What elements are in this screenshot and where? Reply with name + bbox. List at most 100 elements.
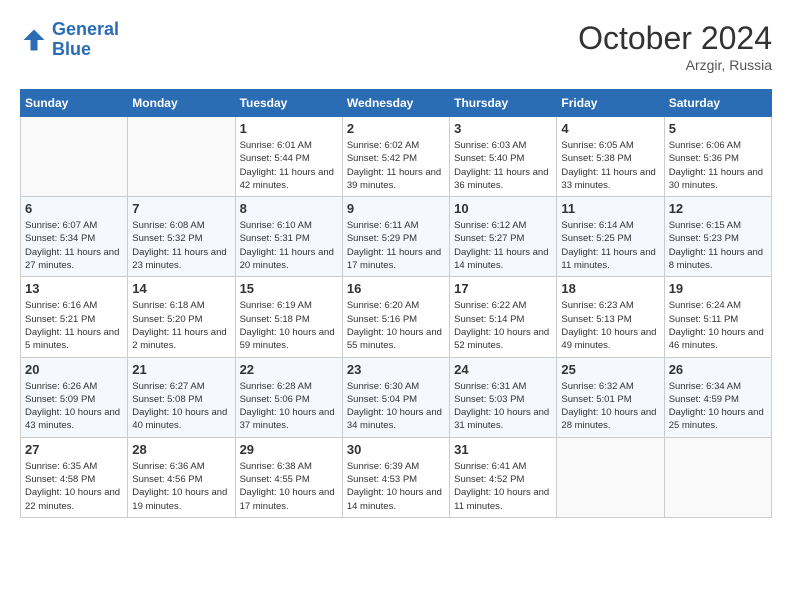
day-info: Sunrise: 6:23 AMSunset: 5:13 PMDaylight:… xyxy=(561,299,659,352)
day-info: Sunrise: 6:22 AMSunset: 5:14 PMDaylight:… xyxy=(454,299,552,352)
logo-general: General xyxy=(52,19,119,39)
day-number: 11 xyxy=(561,201,659,216)
calendar-cell: 23 Sunrise: 6:30 AMSunset: 5:04 PMDaylig… xyxy=(342,357,449,437)
day-info: Sunrise: 6:34 AMSunset: 4:59 PMDaylight:… xyxy=(669,380,767,433)
day-number: 3 xyxy=(454,121,552,136)
calendar-cell: 4 Sunrise: 6:05 AMSunset: 5:38 PMDayligh… xyxy=(557,117,664,197)
day-info: Sunrise: 6:18 AMSunset: 5:20 PMDaylight:… xyxy=(132,299,230,352)
calendar-cell: 30 Sunrise: 6:39 AMSunset: 4:53 PMDaylig… xyxy=(342,437,449,517)
calendar-cell: 27 Sunrise: 6:35 AMSunset: 4:58 PMDaylig… xyxy=(21,437,128,517)
calendar-cell: 13 Sunrise: 6:16 AMSunset: 5:21 PMDaylig… xyxy=(21,277,128,357)
day-info: Sunrise: 6:31 AMSunset: 5:03 PMDaylight:… xyxy=(454,380,552,433)
calendar-cell: 22 Sunrise: 6:28 AMSunset: 5:06 PMDaylig… xyxy=(235,357,342,437)
calendar-cell: 18 Sunrise: 6:23 AMSunset: 5:13 PMDaylig… xyxy=(557,277,664,357)
calendar-cell: 31 Sunrise: 6:41 AMSunset: 4:52 PMDaylig… xyxy=(450,437,557,517)
calendar-cell: 26 Sunrise: 6:34 AMSunset: 4:59 PMDaylig… xyxy=(664,357,771,437)
calendar-cell: 1 Sunrise: 6:01 AMSunset: 5:44 PMDayligh… xyxy=(235,117,342,197)
calendar-cell xyxy=(664,437,771,517)
day-info: Sunrise: 6:26 AMSunset: 5:09 PMDaylight:… xyxy=(25,380,123,433)
day-number: 20 xyxy=(25,362,123,377)
day-number: 22 xyxy=(240,362,338,377)
day-info: Sunrise: 6:08 AMSunset: 5:32 PMDaylight:… xyxy=(132,219,230,272)
calendar-cell: 19 Sunrise: 6:24 AMSunset: 5:11 PMDaylig… xyxy=(664,277,771,357)
day-number: 7 xyxy=(132,201,230,216)
day-info: Sunrise: 6:10 AMSunset: 5:31 PMDaylight:… xyxy=(240,219,338,272)
day-number: 26 xyxy=(669,362,767,377)
day-info: Sunrise: 6:30 AMSunset: 5:04 PMDaylight:… xyxy=(347,380,445,433)
calendar-cell: 7 Sunrise: 6:08 AMSunset: 5:32 PMDayligh… xyxy=(128,197,235,277)
day-number: 23 xyxy=(347,362,445,377)
day-number: 15 xyxy=(240,281,338,296)
weekday-header-thursday: Thursday xyxy=(450,90,557,117)
day-number: 2 xyxy=(347,121,445,136)
day-number: 5 xyxy=(669,121,767,136)
day-info: Sunrise: 6:15 AMSunset: 5:23 PMDaylight:… xyxy=(669,219,767,272)
day-info: Sunrise: 6:36 AMSunset: 4:56 PMDaylight:… xyxy=(132,460,230,513)
page-header: General Blue October 2024 Arzgir, Russia xyxy=(20,20,772,73)
day-info: Sunrise: 6:02 AMSunset: 5:42 PMDaylight:… xyxy=(347,139,445,192)
logo-icon xyxy=(20,26,48,54)
calendar-cell: 3 Sunrise: 6:03 AMSunset: 5:40 PMDayligh… xyxy=(450,117,557,197)
calendar-cell: 21 Sunrise: 6:27 AMSunset: 5:08 PMDaylig… xyxy=(128,357,235,437)
day-number: 21 xyxy=(132,362,230,377)
weekday-header-tuesday: Tuesday xyxy=(235,90,342,117)
day-info: Sunrise: 6:35 AMSunset: 4:58 PMDaylight:… xyxy=(25,460,123,513)
day-info: Sunrise: 6:14 AMSunset: 5:25 PMDaylight:… xyxy=(561,219,659,272)
day-number: 8 xyxy=(240,201,338,216)
calendar-cell: 14 Sunrise: 6:18 AMSunset: 5:20 PMDaylig… xyxy=(128,277,235,357)
day-number: 27 xyxy=(25,442,123,457)
day-info: Sunrise: 6:27 AMSunset: 5:08 PMDaylight:… xyxy=(132,380,230,433)
calendar-cell: 2 Sunrise: 6:02 AMSunset: 5:42 PMDayligh… xyxy=(342,117,449,197)
week-row-3: 13 Sunrise: 6:16 AMSunset: 5:21 PMDaylig… xyxy=(21,277,772,357)
calendar-cell: 8 Sunrise: 6:10 AMSunset: 5:31 PMDayligh… xyxy=(235,197,342,277)
day-info: Sunrise: 6:28 AMSunset: 5:06 PMDaylight:… xyxy=(240,380,338,433)
day-number: 18 xyxy=(561,281,659,296)
weekday-header-wednesday: Wednesday xyxy=(342,90,449,117)
location: Arzgir, Russia xyxy=(578,57,772,73)
logo: General Blue xyxy=(20,20,119,60)
calendar-cell: 6 Sunrise: 6:07 AMSunset: 5:34 PMDayligh… xyxy=(21,197,128,277)
calendar-cell: 29 Sunrise: 6:38 AMSunset: 4:55 PMDaylig… xyxy=(235,437,342,517)
day-info: Sunrise: 6:07 AMSunset: 5:34 PMDaylight:… xyxy=(25,219,123,272)
week-row-2: 6 Sunrise: 6:07 AMSunset: 5:34 PMDayligh… xyxy=(21,197,772,277)
day-info: Sunrise: 6:41 AMSunset: 4:52 PMDaylight:… xyxy=(454,460,552,513)
calendar-cell xyxy=(128,117,235,197)
calendar-cell: 17 Sunrise: 6:22 AMSunset: 5:14 PMDaylig… xyxy=(450,277,557,357)
logo-blue: Blue xyxy=(52,40,119,60)
day-info: Sunrise: 6:03 AMSunset: 5:40 PMDaylight:… xyxy=(454,139,552,192)
day-info: Sunrise: 6:19 AMSunset: 5:18 PMDaylight:… xyxy=(240,299,338,352)
day-info: Sunrise: 6:38 AMSunset: 4:55 PMDaylight:… xyxy=(240,460,338,513)
day-info: Sunrise: 6:11 AMSunset: 5:29 PMDaylight:… xyxy=(347,219,445,272)
day-number: 31 xyxy=(454,442,552,457)
day-info: Sunrise: 6:16 AMSunset: 5:21 PMDaylight:… xyxy=(25,299,123,352)
day-number: 9 xyxy=(347,201,445,216)
day-info: Sunrise: 6:20 AMSunset: 5:16 PMDaylight:… xyxy=(347,299,445,352)
day-number: 1 xyxy=(240,121,338,136)
day-info: Sunrise: 6:06 AMSunset: 5:36 PMDaylight:… xyxy=(669,139,767,192)
calendar-cell xyxy=(557,437,664,517)
day-info: Sunrise: 6:39 AMSunset: 4:53 PMDaylight:… xyxy=(347,460,445,513)
week-row-5: 27 Sunrise: 6:35 AMSunset: 4:58 PMDaylig… xyxy=(21,437,772,517)
week-row-1: 1 Sunrise: 6:01 AMSunset: 5:44 PMDayligh… xyxy=(21,117,772,197)
day-info: Sunrise: 6:01 AMSunset: 5:44 PMDaylight:… xyxy=(240,139,338,192)
day-number: 17 xyxy=(454,281,552,296)
day-info: Sunrise: 6:24 AMSunset: 5:11 PMDaylight:… xyxy=(669,299,767,352)
calendar-cell: 10 Sunrise: 6:12 AMSunset: 5:27 PMDaylig… xyxy=(450,197,557,277)
calendar-cell: 24 Sunrise: 6:31 AMSunset: 5:03 PMDaylig… xyxy=(450,357,557,437)
day-info: Sunrise: 6:32 AMSunset: 5:01 PMDaylight:… xyxy=(561,380,659,433)
day-number: 16 xyxy=(347,281,445,296)
calendar-cell: 20 Sunrise: 6:26 AMSunset: 5:09 PMDaylig… xyxy=(21,357,128,437)
day-number: 28 xyxy=(132,442,230,457)
calendar-cell: 16 Sunrise: 6:20 AMSunset: 5:16 PMDaylig… xyxy=(342,277,449,357)
month-title: October 2024 xyxy=(578,20,772,57)
day-number: 29 xyxy=(240,442,338,457)
calendar-cell: 28 Sunrise: 6:36 AMSunset: 4:56 PMDaylig… xyxy=(128,437,235,517)
day-number: 13 xyxy=(25,281,123,296)
calendar-cell: 5 Sunrise: 6:06 AMSunset: 5:36 PMDayligh… xyxy=(664,117,771,197)
day-number: 25 xyxy=(561,362,659,377)
title-block: October 2024 Arzgir, Russia xyxy=(578,20,772,73)
logo-text: General Blue xyxy=(52,20,119,60)
day-number: 6 xyxy=(25,201,123,216)
day-number: 4 xyxy=(561,121,659,136)
calendar-cell xyxy=(21,117,128,197)
